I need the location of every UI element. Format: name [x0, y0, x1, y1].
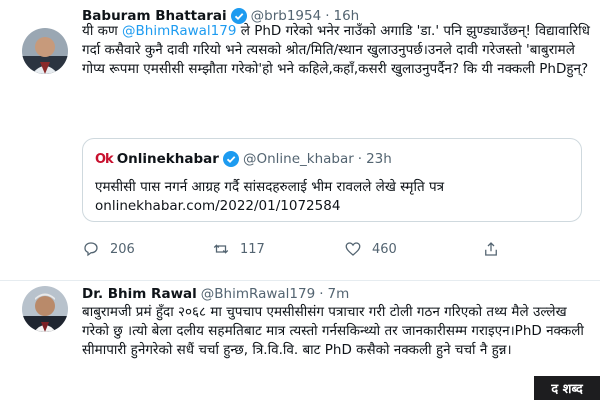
quoted-tweet-header: Ok Onlinekhabar @Online_khabar · 23h	[95, 151, 392, 167]
reply-button[interactable]: 206	[82, 240, 135, 258]
retweet-count: 117	[240, 241, 265, 257]
quoted-tweet-link[interactable]: onlinekhabar.com/2022/01/1072584	[95, 198, 340, 214]
quoted-tweet-text: एमसीसी पास नगर्न आग्रह गर्दै सांसदहरुलाई…	[95, 179, 445, 195]
author-name[interactable]: Dr. Bhim Rawal	[82, 286, 197, 302]
quoted-tweet[interactable]: Ok Onlinekhabar @Online_khabar · 23h एमस…	[82, 138, 582, 222]
tweet-time[interactable]: 7m	[328, 286, 350, 302]
separator-dot: ·	[357, 151, 363, 167]
quoted-tweet-time[interactable]: 23h	[366, 151, 392, 167]
retweet-icon	[213, 244, 229, 254]
reply-icon	[84, 242, 98, 257]
tweet-text: बाबुरामजी प्रमं हुँदा २०६८ मा चुपचाप एमस…	[82, 304, 584, 358]
like-button[interactable]: 460	[344, 240, 397, 258]
author-handle[interactable]: @BhimRawal179	[201, 286, 315, 302]
separator-dot: ·	[319, 286, 324, 302]
quoted-author-handle[interactable]: @Online_khabar	[243, 151, 354, 167]
mention-link[interactable]: @BhimRawal179	[122, 23, 236, 39]
verified-badge-icon	[222, 151, 239, 167]
avatar-baburam[interactable]	[22, 28, 68, 74]
tweet-actions: 206 117 460	[82, 240, 582, 262]
tweet-baburam[interactable]: Baburam Bhattarai @brb1954 · 16h यी कण @…	[0, 0, 600, 280]
share-button[interactable]	[482, 240, 500, 258]
onlinekhabar-logo: Ok	[95, 151, 114, 167]
reply-count: 206	[110, 241, 135, 257]
watermark: द शब्द	[534, 376, 600, 400]
tweet-header: Dr. Bhim Rawal @BhimRawal179 · 7m	[82, 286, 349, 302]
tweet-text-prefix: यी कण	[82, 23, 123, 39]
like-icon	[345, 242, 361, 256]
quoted-author-name[interactable]: Onlinekhabar	[117, 151, 219, 167]
tweet-text: यी कण @BhimRawal179 ले PhD गरेको भनेर ना…	[82, 22, 592, 79]
like-count: 460	[372, 241, 397, 257]
share-icon	[485, 242, 497, 256]
retweet-button[interactable]: 117	[212, 240, 265, 258]
avatar-bhim-rawal[interactable]	[22, 286, 68, 332]
